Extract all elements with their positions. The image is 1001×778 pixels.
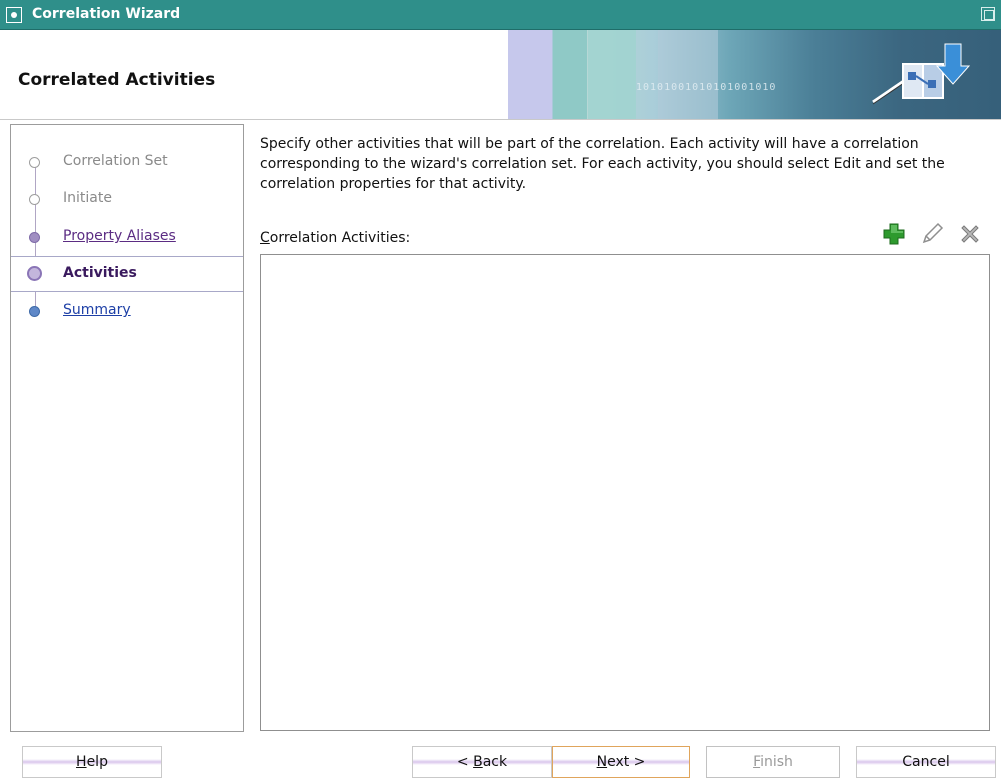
next-mnemonic: N: [596, 754, 608, 770]
add-activity-button[interactable]: [880, 220, 908, 248]
banner-stripe: [588, 30, 636, 119]
wizard-header: Correlated Activities 101010010101010010…: [0, 30, 1001, 120]
step-initiate: Initiate: [11, 182, 243, 216]
help-button[interactable]: Help: [22, 746, 162, 778]
back-mnemonic: B: [473, 754, 483, 770]
step-visited-icon: [29, 232, 40, 243]
label-mnemonic: C: [260, 230, 270, 246]
cancel-button[interactable]: Cancel: [856, 746, 996, 778]
step-label: Activities: [63, 265, 137, 281]
maximize-icon[interactable]: [981, 7, 995, 21]
step-pending-icon: [29, 306, 40, 317]
help-label: elp: [86, 754, 108, 770]
correlation-activities-list[interactable]: [260, 254, 990, 731]
next-label: ext >: [607, 754, 646, 770]
back-button[interactable]: < Back: [412, 746, 552, 778]
step-summary[interactable]: Summary: [11, 294, 243, 328]
finish-label: inish: [760, 754, 793, 770]
window-title: Correlation Wizard: [32, 6, 181, 22]
step-correlation-set: Correlation Set: [11, 145, 243, 179]
edit-icon: [922, 222, 944, 244]
add-icon: [883, 223, 905, 245]
edit-activity-button[interactable]: [918, 220, 946, 248]
help-mnemonic: H: [76, 754, 87, 770]
banner-bits: 10101001010101001010: [636, 82, 777, 93]
next-button[interactable]: Next >: [552, 746, 690, 778]
back-prefix: <: [456, 754, 474, 770]
correlation-activities-label: Correlation Activities:: [260, 230, 410, 246]
remove-icon: [961, 225, 979, 243]
step-complete-icon: [29, 194, 40, 205]
correlation-wizard-icon: [872, 43, 971, 105]
step-property-aliases[interactable]: Property Aliases: [11, 220, 243, 254]
step-complete-icon: [29, 157, 40, 168]
step-current-icon: [27, 266, 42, 281]
window-titlebar: Correlation Wizard: [0, 0, 1001, 30]
wizard-steps-panel: Correlation Set Initiate Property Aliase…: [10, 124, 244, 732]
step-label: Correlation Set: [63, 153, 168, 169]
header-banner: 10101001010101001010: [508, 30, 1001, 119]
step-description: Specify other activities that will be pa…: [260, 136, 945, 192]
page-title: Correlated Activities: [18, 70, 216, 90]
label-text: orrelation Activities:: [269, 230, 411, 246]
banner-stripe: [658, 30, 718, 119]
back-label: ack: [482, 754, 508, 770]
step-label[interactable]: Property Aliases: [63, 228, 176, 244]
step-activities: Activities: [11, 256, 243, 292]
finish-button[interactable]: Finish: [706, 746, 840, 778]
step-label[interactable]: Summary: [63, 302, 131, 318]
activities-toolbar: [880, 220, 990, 248]
window-menu-icon[interactable]: [6, 7, 22, 23]
remove-activity-button[interactable]: [956, 220, 984, 248]
step-label: Initiate: [63, 190, 112, 206]
